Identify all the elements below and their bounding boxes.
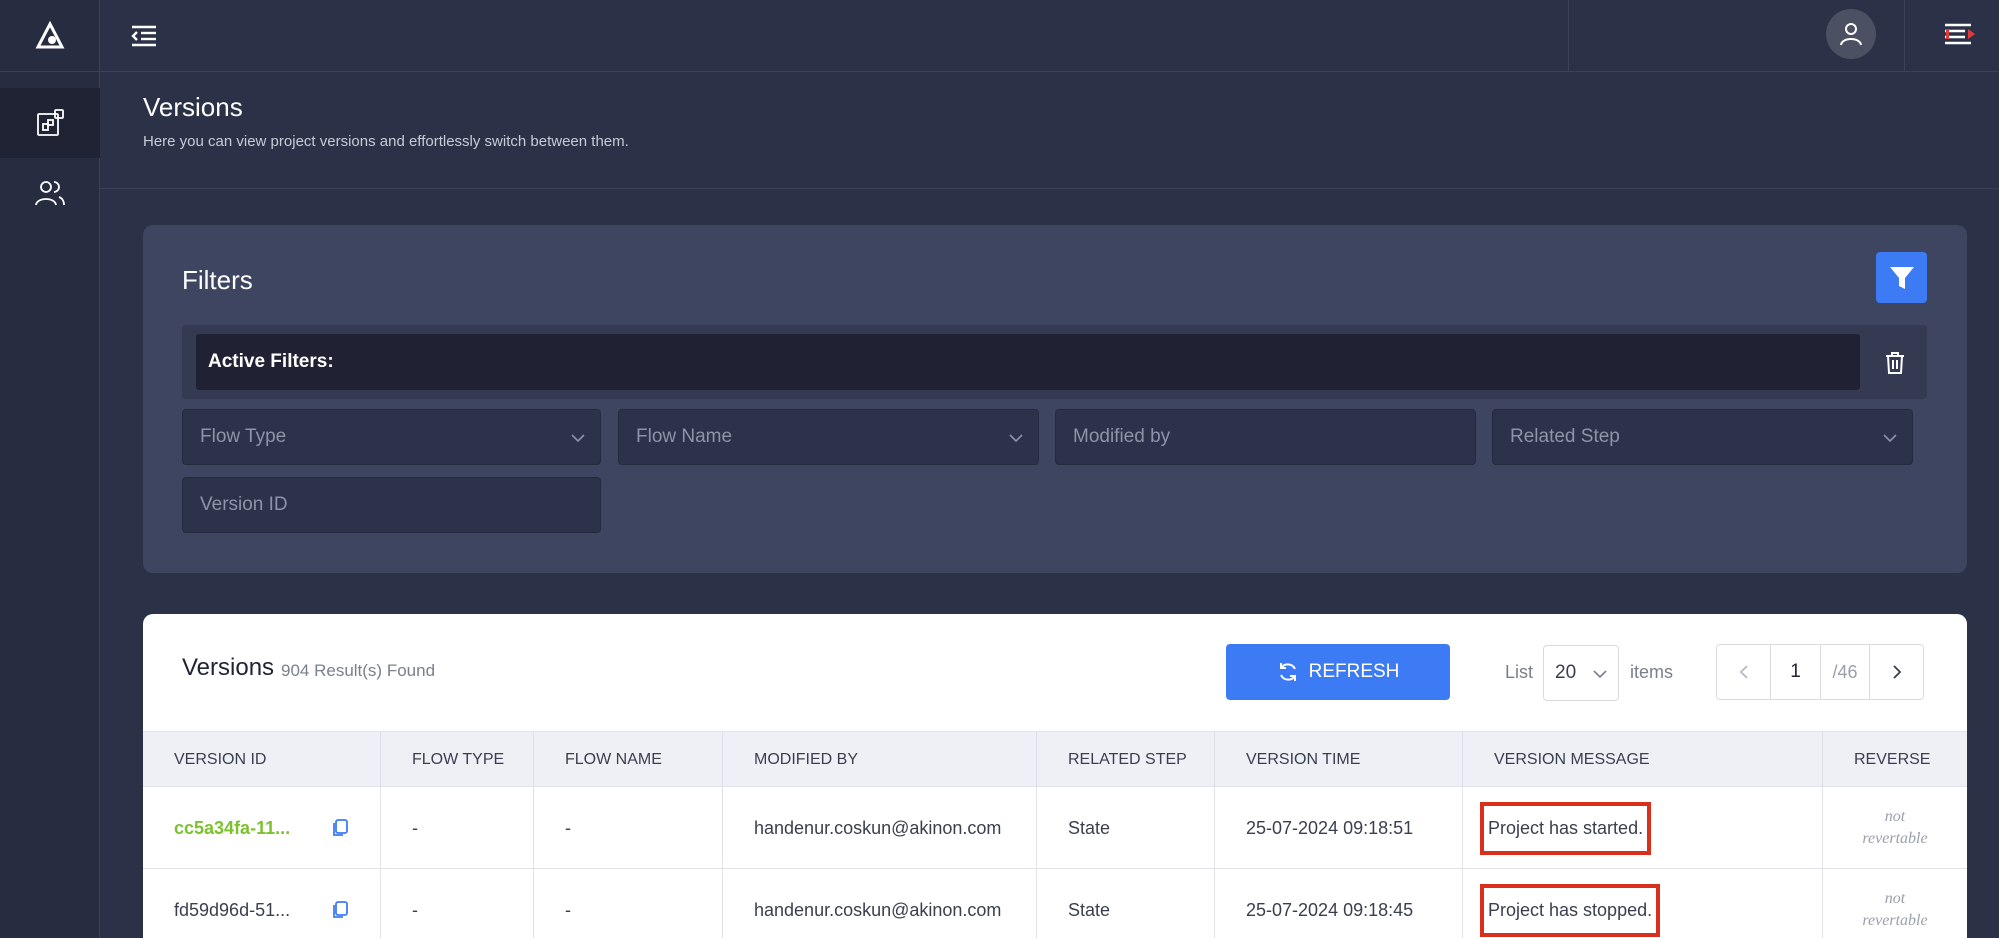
collapse-sidebar-button[interactable] [126, 18, 162, 54]
flow-type-placeholder: Flow Type [200, 426, 287, 447]
flow-name-placeholder: Flow Name [636, 426, 733, 447]
user-icon [1840, 23, 1862, 46]
version-message-cell: Project has stopped. [1463, 869, 1823, 938]
version-message-cell: Project has started. [1463, 787, 1823, 869]
flow-name-cell: - [534, 787, 723, 869]
column-header: RELATED STEP [1037, 732, 1215, 788]
current-page[interactable]: 1 [1771, 645, 1821, 699]
table-row[interactable]: cc5a34fa-11... - - handenur.coskun@akino… [143, 787, 1967, 869]
user-avatar[interactable] [1826, 9, 1876, 59]
prev-page-button[interactable] [1717, 645, 1771, 699]
reverse-status-line1: not [1884, 808, 1906, 825]
page-title: Versions [143, 92, 243, 122]
column-header: VERSION MESSAGE [1463, 732, 1823, 788]
total-pages: /46 [1832, 661, 1858, 682]
chevron-left-icon [1739, 665, 1748, 679]
chevron-down-icon [1009, 434, 1023, 443]
chevron-down-icon [1883, 434, 1897, 443]
pagination: 1 /46 [1716, 644, 1924, 700]
table-row[interactable]: fd59d96d-51... - - handenur.coskun@akino… [143, 869, 1967, 938]
version-id-text[interactable]: fd59d96d-51... [174, 900, 290, 921]
versions-panel: Versions 904 Result(s) Found REFRESH Lis… [143, 614, 1967, 938]
topbar [100, 0, 1999, 72]
filters-title: Filters [182, 265, 253, 295]
topbar-divider [1904, 0, 1905, 72]
version-message-text: Project has started. [1480, 801, 1652, 855]
side-panel-button[interactable] [1940, 16, 1980, 52]
column-header: FLOW TYPE [381, 732, 534, 788]
column-header: REVERSE [1854, 751, 1931, 768]
copy-icon[interactable] [330, 900, 350, 920]
copy-icon[interactable] [330, 818, 350, 838]
modified-by-cell: handenur.coskun@akinon.com [723, 869, 1037, 938]
topbar-divider [1568, 0, 1569, 72]
chevron-down-icon [571, 434, 585, 443]
sidebar-item-users[interactable] [0, 158, 100, 228]
chevron-right-icon [1892, 665, 1901, 679]
sidebar [0, 0, 100, 938]
filter-icon [1889, 266, 1914, 289]
active-filters-label: Active Filters: [196, 334, 1860, 390]
column-header: MODIFIED BY [723, 732, 1037, 788]
reverse-status-line2: revertable [1862, 912, 1928, 929]
reverse-status-line2: revertable [1862, 830, 1928, 847]
chevron-down-icon [1593, 670, 1607, 679]
table-header: VERSION ID FLOW TYPE FLOW NAME MODIFIED … [143, 731, 1967, 788]
version-id-text[interactable]: cc5a34fa-11... [174, 818, 290, 839]
version-time-cell: 25-07-2024 09:18:51 [1215, 787, 1463, 869]
version-time-cell: 25-07-2024 09:18:45 [1215, 869, 1463, 938]
active-filters-bar: Active Filters: [182, 325, 1927, 399]
page-size-select[interactable]: 20 [1543, 645, 1619, 701]
users-icon [35, 181, 65, 206]
app-logo[interactable] [0, 0, 100, 72]
modified-by-input[interactable] [1073, 410, 1475, 464]
related-step-cell: State [1037, 787, 1215, 869]
side-panel-icon [1945, 23, 1975, 45]
reverse-cell: not revertable [1823, 787, 1967, 869]
flow-type-cell: - [381, 787, 534, 869]
clear-filters-button[interactable] [1879, 347, 1911, 379]
collapse-menu-icon [131, 25, 156, 47]
modified-by-field[interactable] [1055, 409, 1476, 465]
refresh-icon [1279, 663, 1296, 681]
flow-type-cell: - [381, 869, 534, 938]
flow-name-select[interactable]: Flow Name [618, 409, 1039, 465]
refresh-label: REFRESH [1308, 661, 1400, 682]
page-header: Versions Here you can view project versi… [100, 72, 1999, 189]
flow-type-select[interactable]: Flow Type [182, 409, 601, 465]
column-header: FLOW NAME [534, 732, 723, 788]
version-id-cell[interactable]: cc5a34fa-11... [143, 787, 381, 869]
filters-panel: Filters Active Filters: Flow Type Flow N… [143, 225, 1967, 573]
column-header: VERSION ID [143, 732, 381, 788]
version-id-field[interactable] [182, 477, 601, 533]
reverse-cell: not revertable [1823, 869, 1967, 938]
version-id-input[interactable] [200, 478, 600, 532]
version-id-cell[interactable]: fd59d96d-51... [143, 869, 381, 938]
refresh-button[interactable]: REFRESH [1226, 644, 1450, 700]
related-step-cell: State [1037, 869, 1215, 938]
flow-name-cell: - [534, 869, 723, 938]
trash-icon [1886, 352, 1904, 374]
page-size-value: 20 [1555, 662, 1577, 683]
logo-icon [35, 20, 65, 48]
filter-toggle-button[interactable] [1876, 252, 1927, 303]
modified-by-cell: handenur.coskun@akinon.com [723, 787, 1037, 869]
related-step-placeholder: Related Step [1510, 426, 1620, 447]
versions-title: Versions [182, 654, 275, 681]
results-count: 904 Result(s) Found [281, 661, 436, 680]
sidebar-item-dashboard[interactable] [0, 88, 100, 158]
page-subtitle: Here you can view project versions and e… [143, 133, 629, 150]
next-page-button[interactable] [1869, 645, 1923, 699]
version-message-text: Project has stopped. [1480, 883, 1661, 937]
related-step-select[interactable]: Related Step [1492, 409, 1913, 465]
dashboard-icon [37, 109, 64, 136]
list-label: List [1505, 662, 1534, 682]
reverse-status-line1: not [1884, 890, 1906, 907]
column-header: VERSION TIME [1215, 732, 1463, 788]
items-label: items [1630, 662, 1674, 682]
